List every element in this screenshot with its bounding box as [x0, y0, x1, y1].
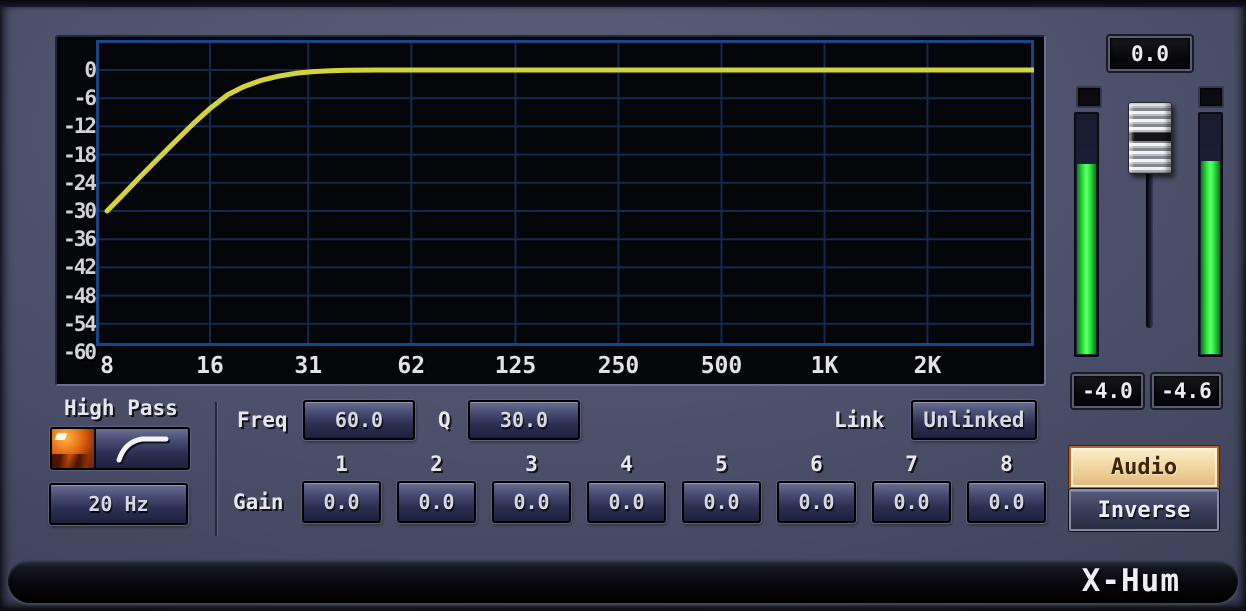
plugin-title: X-Hum	[1082, 563, 1180, 599]
y-axis-label: 0	[59, 57, 95, 83]
gain-value-button[interactable]: 0.0	[492, 481, 571, 523]
high-pass-button-group	[50, 427, 190, 470]
high-pass-freq-button[interactable]: 20 Hz	[49, 483, 188, 525]
y-axis-label: -48	[59, 283, 95, 309]
output-gain-display[interactable]: 0.0	[1108, 36, 1192, 71]
gain-value-button[interactable]: 0.0	[682, 481, 761, 523]
gain-channel-number: 1	[302, 451, 381, 481]
y-axis-label: -54	[59, 311, 95, 337]
gain-channel: 20.0	[397, 451, 476, 523]
gain-channel-number: 2	[397, 451, 476, 481]
gain-channel: 30.0	[492, 451, 571, 523]
audio-mode-button[interactable]: Audio	[1069, 446, 1219, 489]
inverse-mode-button[interactable]: Inverse	[1069, 489, 1219, 531]
y-axis-label: -6	[59, 85, 95, 111]
y-axis-label: -12	[59, 113, 95, 139]
section-divider	[215, 402, 217, 536]
x-axis-label: 125	[495, 350, 537, 382]
x-axis-label: 1K	[811, 350, 839, 382]
highpass-curve-icon	[111, 433, 173, 465]
clip-indicator-left[interactable]	[1076, 86, 1102, 108]
output-meter-right-fill	[1201, 161, 1220, 354]
gain-channel-number: 7	[872, 451, 951, 481]
gain-channel: 40.0	[587, 451, 666, 523]
gain-channel: 60.0	[777, 451, 856, 523]
gain-channel-number: 5	[682, 451, 761, 481]
x-axis-label: 16	[196, 350, 224, 382]
peak-readout-right[interactable]: -4.6	[1152, 374, 1221, 408]
eq-response-curve	[107, 70, 1034, 211]
gain-value-button[interactable]: 0.0	[872, 481, 951, 523]
title-bar: X-Hum	[8, 559, 1238, 603]
output-meter-left	[1074, 112, 1099, 357]
gain-channel: 10.0	[302, 451, 381, 523]
q-value-button[interactable]: 30.0	[468, 400, 580, 440]
y-axis-label: -36	[59, 226, 95, 252]
gain-channel-number: 8	[967, 451, 1046, 481]
output-meter-left-fill	[1077, 164, 1096, 354]
gain-value-button[interactable]: 0.0	[397, 481, 476, 523]
window-top-edge	[0, 0, 1246, 7]
gain-value-button[interactable]: 0.0	[777, 481, 856, 523]
gain-channel-number: 3	[492, 451, 571, 481]
link-label: Link	[834, 408, 885, 432]
gain-channels: 10.020.030.040.050.060.070.080.0	[302, 451, 1046, 523]
y-axis-label: -18	[59, 142, 95, 168]
peak-readout-left[interactable]: -4.0	[1072, 374, 1143, 408]
gain-value-button[interactable]: 0.0	[967, 481, 1046, 523]
freq-label: Freq	[237, 408, 288, 432]
output-meter-right	[1198, 112, 1223, 357]
gain-channel-number: 4	[587, 451, 666, 481]
gain-value-button[interactable]: 0.0	[302, 481, 381, 523]
gain-label: Gain	[233, 490, 284, 514]
x-axis-label: 31	[294, 350, 322, 382]
x-axis-label: 500	[701, 350, 743, 382]
high-pass-type-button[interactable]	[96, 429, 188, 468]
x-axis-label: 62	[397, 350, 425, 382]
y-axis-label: -42	[59, 254, 95, 280]
y-axis-label: -24	[59, 170, 95, 196]
gain-channel: 50.0	[682, 451, 761, 523]
high-pass-power-button[interactable]	[52, 429, 96, 468]
gain-channel-number: 6	[777, 451, 856, 481]
y-axis-label: -30	[59, 198, 95, 224]
x-axis-label: 2K	[914, 350, 942, 382]
output-fader-handle[interactable]	[1128, 102, 1172, 174]
link-mode-button[interactable]: Unlinked	[911, 400, 1037, 440]
xhum-plugin-window: 0-6-12-18-24-30-36-42-48-54-60 816316212…	[0, 0, 1246, 611]
eq-graph-panel: 0-6-12 -18-24-30-36-42 -48-54-60 8 16 31 62 12…	[55, 35, 1046, 386]
gain-channel: 80.0	[967, 451, 1046, 523]
high-pass-label: High Pass	[64, 396, 178, 420]
x-axis-label: 250	[598, 350, 640, 382]
eq-plot	[96, 40, 1034, 346]
clip-indicator-right[interactable]	[1198, 86, 1224, 108]
gain-channel: 70.0	[872, 451, 951, 523]
x-axis-label: 8	[100, 350, 114, 382]
q-label: Q	[438, 408, 451, 432]
gain-value-button[interactable]: 0.0	[587, 481, 666, 523]
y-axis-label: -60	[59, 339, 95, 365]
freq-value-button[interactable]: 60.0	[303, 400, 415, 440]
